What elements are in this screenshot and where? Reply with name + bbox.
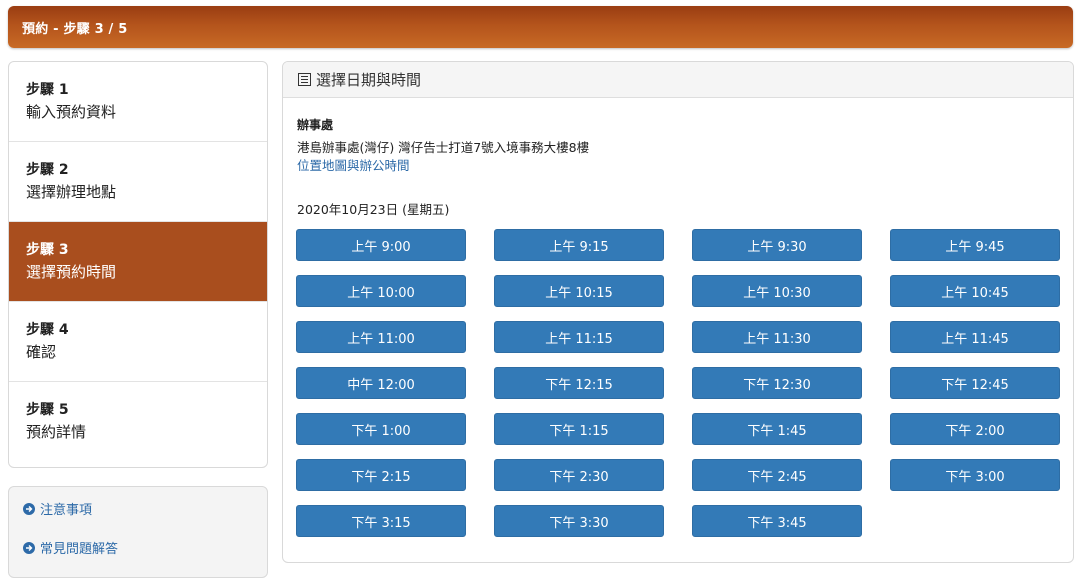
time-slot-button[interactable]: 下午 1:15 <box>494 413 664 445</box>
time-slot-grid: 上午 9:00 上午 9:15 上午 9:30 上午 9:45 上午 10:00… <box>296 229 1060 537</box>
time-slot-button[interactable]: 下午 3:30 <box>494 505 664 537</box>
page-title: 預約 - 步驟 3 / 5 <box>22 22 128 37</box>
steps-sidebar: 步驟 1 輸入預約資料 步驟 2 選擇辦理地點 步驟 3 選擇預約時間 步驟 4… <box>8 61 268 468</box>
faq-link[interactable]: 常見問題解答 <box>23 538 118 557</box>
step-number: 步驟 5 <box>26 402 69 418</box>
step-label: 確認 <box>26 343 57 361</box>
office-label: 辦事處 <box>297 118 334 132</box>
time-slot-button[interactable]: 上午 10:15 <box>494 275 664 307</box>
step-label: 選擇預約時間 <box>26 263 117 281</box>
time-slot-button[interactable]: 上午 11:00 <box>296 321 466 353</box>
time-slot-button[interactable]: 下午 12:45 <box>890 367 1060 399</box>
step-number: 步驟 1 <box>26 82 69 98</box>
selected-date: 2020年10月23日 (星期五) <box>297 202 450 217</box>
time-slot-button[interactable]: 下午 2:00 <box>890 413 1060 445</box>
office-address: 港島辦事處(灣仔) 灣仔告士打道7號入境事務大樓8樓 <box>297 140 590 155</box>
time-slot-button[interactable]: 下午 2:45 <box>692 459 862 491</box>
time-slot-button[interactable]: 上午 10:45 <box>890 275 1060 307</box>
time-slot-button[interactable]: 下午 1:45 <box>692 413 862 445</box>
time-slot-button[interactable]: 下午 3:00 <box>890 459 1060 491</box>
time-slot-button[interactable]: 下午 3:45 <box>692 505 862 537</box>
time-slot-button[interactable]: 上午 11:30 <box>692 321 862 353</box>
top-bar: 預約 - 步驟 3 / 5 <box>8 6 1073 48</box>
step-number: 步驟 2 <box>26 162 69 178</box>
step-item-5: 步驟 5 預約詳情 <box>9 382 267 462</box>
step-item-2: 步驟 2 選擇辦理地點 <box>9 142 267 222</box>
time-slot-button[interactable]: 上午 9:30 <box>692 229 862 261</box>
step-item-4: 步驟 4 確認 <box>9 302 267 382</box>
time-slot-button[interactable]: 中午 12:00 <box>296 367 466 399</box>
time-slot-button[interactable]: 下午 2:30 <box>494 459 664 491</box>
time-slot-button[interactable]: 上午 9:45 <box>890 229 1060 261</box>
help-links-panel: 注意事項 常見問題解答 <box>8 486 268 578</box>
step-item-1: 步驟 1 輸入預約資料 <box>9 62 267 142</box>
step-item-3-active: 步驟 3 選擇預約時間 <box>9 222 267 302</box>
step-number: 步驟 3 <box>26 242 69 258</box>
time-slot-button[interactable]: 上午 9:00 <box>296 229 466 261</box>
circle-arrow-right-icon <box>23 541 35 554</box>
step-number: 步驟 4 <box>26 322 69 338</box>
time-slot-button[interactable]: 上午 10:00 <box>296 275 466 307</box>
date-time-panel: 選擇日期與時間 辦事處 港島辦事處(灣仔) 灣仔告士打道7號入境事務大樓8樓 位… <box>282 61 1074 563</box>
step-label: 選擇辦理地點 <box>26 183 117 201</box>
step-label: 預約詳情 <box>26 423 87 441</box>
notes-link[interactable]: 注意事項 <box>23 499 92 518</box>
link-label: 常見問題解答 <box>40 542 119 557</box>
document-list-icon <box>298 73 311 86</box>
panel-title: 選擇日期與時間 <box>316 71 422 89</box>
time-slot-button[interactable]: 下午 12:30 <box>692 367 862 399</box>
panel-header: 選擇日期與時間 <box>283 62 1073 98</box>
step-label: 輸入預約資料 <box>26 103 117 121</box>
time-slot-button[interactable]: 上午 11:45 <box>890 321 1060 353</box>
time-slot-button[interactable]: 上午 9:15 <box>494 229 664 261</box>
time-slot-button[interactable]: 下午 2:15 <box>296 459 466 491</box>
time-slot-button[interactable]: 上午 10:30 <box>692 275 862 307</box>
circle-arrow-right-icon <box>23 502 35 515</box>
time-slot-button[interactable]: 上午 11:15 <box>494 321 664 353</box>
time-slot-button[interactable]: 下午 12:15 <box>494 367 664 399</box>
time-slot-button[interactable]: 下午 1:00 <box>296 413 466 445</box>
location-map-link[interactable]: 位置地圖與辦公時間 <box>297 155 410 174</box>
time-slot-button[interactable]: 下午 3:15 <box>296 505 466 537</box>
link-label: 注意事項 <box>40 503 93 518</box>
